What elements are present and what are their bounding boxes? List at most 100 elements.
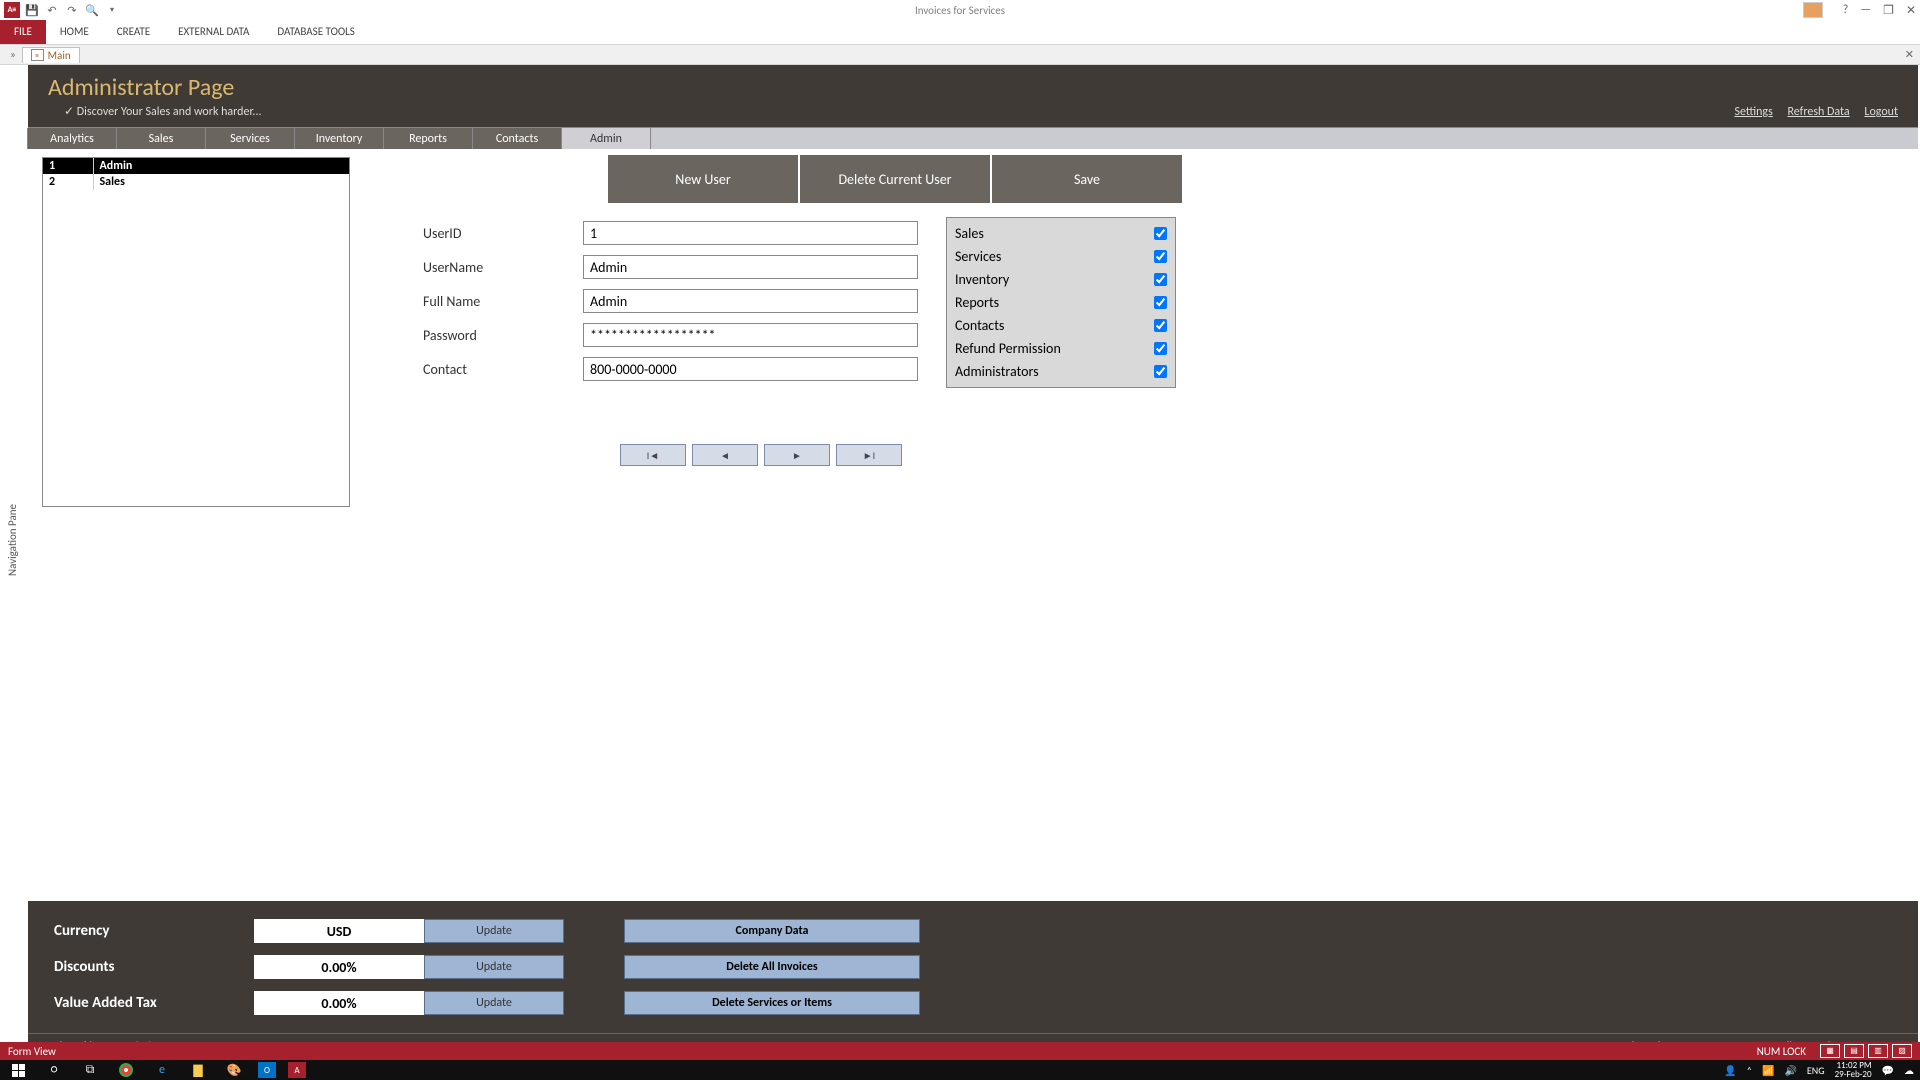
- input-fullname[interactable]: [583, 289, 918, 313]
- perm-check-services[interactable]: [1154, 250, 1167, 263]
- user-id: 2: [43, 174, 93, 190]
- discounts-update-button[interactable]: Update: [424, 955, 564, 979]
- tray-chevron-icon[interactable]: ˄: [1747, 1064, 1752, 1077]
- user-list-row[interactable]: 2 Sales: [43, 174, 349, 190]
- tab-admin[interactable]: Admin: [561, 128, 651, 149]
- tab-reports[interactable]: Reports: [383, 128, 473, 149]
- lang-indicator[interactable]: ENG: [1807, 1064, 1825, 1077]
- perm-check-sales[interactable]: [1154, 227, 1167, 240]
- ribbon-tab-home[interactable]: HOME: [46, 20, 103, 44]
- input-contact[interactable]: [583, 357, 918, 381]
- ribbon-tab-dbtools[interactable]: DATABASE TOOLS: [263, 20, 368, 44]
- tab-inventory[interactable]: Inventory: [294, 128, 384, 149]
- document-tab-label: Main: [48, 49, 71, 62]
- next-record-button[interactable]: ►: [764, 444, 830, 466]
- perm-check-reports[interactable]: [1154, 296, 1167, 309]
- form-icon: ≡: [31, 49, 44, 61]
- status-bar: Form View NUM LOCK ▦ ▤ ▥ ▨: [0, 1042, 1920, 1060]
- input-username[interactable]: [583, 255, 918, 279]
- perm-row: Services: [955, 245, 1167, 268]
- taskbar: ○ ⧉ e ▇ 🎨 O A 👤 ˄ 📶 🔊 ENG 11:02 PM 29-Fe…: [0, 1060, 1920, 1080]
- perm-label: Administrators: [955, 363, 1039, 380]
- datasheet-view-icon[interactable]: ▤: [1844, 1044, 1864, 1058]
- outlook-icon[interactable]: O: [258, 1062, 276, 1078]
- qat-dropdown-icon[interactable]: ▾: [104, 2, 120, 18]
- vat-update-button[interactable]: Update: [424, 991, 564, 1015]
- company-data-button[interactable]: Company Data: [624, 919, 920, 943]
- user-form: UserID UserName Full Name Password Conta…: [423, 221, 918, 391]
- print-preview-icon[interactable]: 🔍: [84, 2, 100, 18]
- page-title: Administrator Page: [48, 73, 1898, 102]
- people-icon[interactable]: 👤: [1724, 1064, 1736, 1077]
- label-fullname: Full Name: [423, 293, 583, 310]
- currency-update-button[interactable]: Update: [424, 919, 564, 943]
- perm-label: Contacts: [955, 317, 1004, 334]
- cortana-icon[interactable]: ○: [42, 1060, 66, 1080]
- save-button[interactable]: Save: [992, 155, 1182, 203]
- nav-expand-icon[interactable]: »: [4, 48, 22, 61]
- currency-input[interactable]: [254, 919, 424, 943]
- new-user-button[interactable]: New User: [608, 155, 798, 203]
- chrome-icon[interactable]: [114, 1060, 138, 1080]
- settings-link[interactable]: Settings: [1734, 105, 1772, 119]
- discounts-input[interactable]: [254, 955, 424, 979]
- refresh-link[interactable]: Refresh Data: [1788, 105, 1850, 119]
- document-close-icon[interactable]: ✕: [1905, 48, 1914, 61]
- user-avatar[interactable]: [1803, 2, 1823, 18]
- perm-row: Contacts: [955, 314, 1167, 337]
- tab-sales[interactable]: Sales: [116, 128, 206, 149]
- paint-icon[interactable]: 🎨: [222, 1060, 246, 1080]
- clock[interactable]: 11:02 PM 29-Feb-20: [1835, 1061, 1872, 1079]
- tab-analytics[interactable]: Analytics: [27, 128, 117, 149]
- perm-check-contacts[interactable]: [1154, 319, 1167, 332]
- perm-row: Reports: [955, 291, 1167, 314]
- ribbon-tab-file[interactable]: FILE: [0, 20, 46, 44]
- start-button[interactable]: [6, 1060, 30, 1080]
- design-view-icon[interactable]: ▨: [1892, 1044, 1912, 1058]
- vat-input[interactable]: [254, 991, 424, 1015]
- access-taskbar-icon[interactable]: A: [288, 1062, 306, 1078]
- task-view-icon[interactable]: ⧉: [78, 1060, 102, 1080]
- first-record-button[interactable]: I◄: [620, 444, 686, 466]
- ribbon-tab-create[interactable]: CREATE: [103, 20, 164, 44]
- user-list[interactable]: 1 Admin 2 Sales: [42, 157, 350, 507]
- ribbon-tab-external[interactable]: EXTERNAL DATA: [164, 20, 263, 44]
- content-area: 1 Admin 2 Sales New User Delete Current …: [28, 149, 1918, 901]
- delete-invoices-button[interactable]: Delete All Invoices: [624, 955, 920, 979]
- label-password: Password: [423, 327, 583, 344]
- perm-check-admins[interactable]: [1154, 365, 1167, 378]
- access-icon: A≡: [4, 2, 20, 18]
- minimize-icon[interactable]: —: [1860, 3, 1871, 17]
- document-tab-main[interactable]: ≡ Main: [22, 47, 80, 63]
- last-record-button[interactable]: ►I: [836, 444, 902, 466]
- nav-pane-label[interactable]: Navigation Pane: [6, 504, 19, 576]
- perm-check-inventory[interactable]: [1154, 273, 1167, 286]
- delete-user-button[interactable]: Delete Current User: [800, 155, 990, 203]
- layout-view-icon[interactable]: ▥: [1868, 1044, 1888, 1058]
- label-username: UserName: [423, 259, 583, 276]
- weather-icon[interactable]: ☁: [1904, 1064, 1914, 1077]
- input-userid[interactable]: [583, 221, 918, 245]
- delete-services-button[interactable]: Delete Services or Items: [624, 991, 920, 1015]
- redo-icon[interactable]: ↷: [64, 2, 80, 18]
- save-icon[interactable]: 💾: [24, 2, 40, 18]
- close-icon[interactable]: ✕: [1906, 3, 1916, 18]
- tab-services[interactable]: Services: [205, 128, 295, 149]
- restore-icon[interactable]: ❐: [1883, 3, 1894, 18]
- edge-icon[interactable]: e: [150, 1060, 174, 1080]
- undo-icon[interactable]: ↶: [44, 2, 60, 18]
- explorer-icon[interactable]: ▇: [186, 1060, 210, 1080]
- input-password[interactable]: [583, 323, 918, 347]
- form-view-icon[interactable]: ▦: [1820, 1044, 1840, 1058]
- perm-check-refund[interactable]: [1154, 342, 1167, 355]
- logout-link[interactable]: Logout: [1864, 105, 1898, 119]
- prev-record-button[interactable]: ◄: [692, 444, 758, 466]
- tab-contacts[interactable]: Contacts: [472, 128, 562, 149]
- action-center-icon[interactable]: 💬: [1882, 1064, 1894, 1077]
- volume-icon[interactable]: 🔊: [1784, 1064, 1796, 1077]
- discounts-label: Discounts: [54, 958, 254, 976]
- wifi-icon[interactable]: 📶: [1762, 1064, 1774, 1077]
- user-list-row[interactable]: 1 Admin: [43, 158, 349, 174]
- help-icon[interactable]: ?: [1843, 3, 1849, 17]
- document-tab-bar: » ≡ Main ✕: [0, 45, 1920, 65]
